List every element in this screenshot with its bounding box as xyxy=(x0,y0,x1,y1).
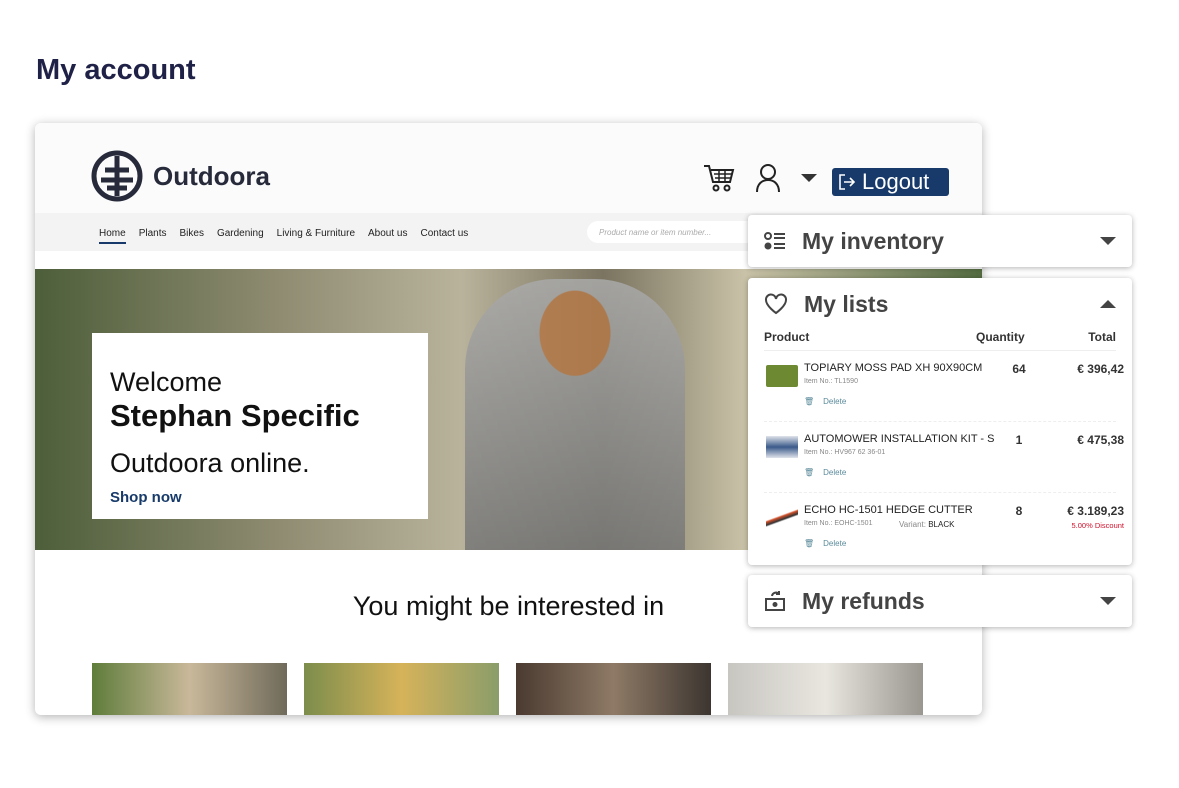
welcome-card: Welcome Stephan Specific Outdoora online… xyxy=(92,333,428,519)
page-title: My account xyxy=(36,54,196,86)
logout-button[interactable]: Logout xyxy=(832,168,949,196)
nav-plants[interactable]: Plants xyxy=(139,228,167,244)
trash-icon: 🗑 xyxy=(804,397,815,406)
total: € 396,42 xyxy=(1077,362,1124,376)
table-header: Product Quantity Total xyxy=(764,330,1116,351)
table-row: ECHO HC-1501 HEDGE CUTTER Item No.: EOHC… xyxy=(764,493,1124,564)
search-input[interactable]: Product name or item number... xyxy=(587,221,757,243)
item-number: Item No.: TL1590 xyxy=(804,378,858,385)
my-lists-panel: My lists Product Quantity Total TOPIARY … xyxy=(748,278,1132,565)
variant: Variant: BLACK xyxy=(899,520,955,529)
shop-now-link[interactable]: Shop now xyxy=(110,489,410,506)
product-name[interactable]: AUTOMOWER INSTALLATION KIT - S xyxy=(804,433,995,445)
user-name: Stephan Specific xyxy=(110,398,360,433)
hero-photo xyxy=(465,279,685,550)
nav-home[interactable]: Home xyxy=(99,228,126,244)
product-thumbnails xyxy=(92,663,923,715)
site-header: Outdoora Logout xyxy=(35,123,982,213)
column-product: Product xyxy=(764,330,810,344)
nav-living-furniture[interactable]: Living & Furniture xyxy=(277,228,355,244)
nav-about-us[interactable]: About us xyxy=(368,228,407,244)
list-icon xyxy=(764,232,785,250)
nav-gardening[interactable]: Gardening xyxy=(217,228,264,244)
tree-logo-icon xyxy=(91,150,143,202)
table-row: AUTOMOWER INSTALLATION KIT - S Item No.:… xyxy=(764,422,1124,493)
product-image xyxy=(766,365,798,387)
trash-icon: 🗑 xyxy=(804,539,815,548)
welcome-text: Welcome xyxy=(110,367,223,397)
quantity: 64 xyxy=(1012,362,1026,376)
chevron-up-icon[interactable] xyxy=(1100,300,1116,308)
trash-icon: 🗑 xyxy=(804,468,815,477)
delete-button[interactable]: 🗑 Delete xyxy=(804,539,846,548)
panel-title: My inventory xyxy=(802,227,944,254)
refund-icon xyxy=(765,591,785,611)
discount-label: 5.00% Discount xyxy=(1071,521,1124,530)
delete-button[interactable]: 🗑 Delete xyxy=(804,397,846,406)
product-thumbnail[interactable] xyxy=(92,663,287,715)
table-row: TOPIARY MOSS PAD XH 90X90CM Item No.: TL… xyxy=(764,351,1124,422)
panel-title: My refunds xyxy=(802,587,925,614)
brand-name: Outdoora xyxy=(153,160,270,191)
nav-bikes[interactable]: Bikes xyxy=(179,228,203,244)
product-image xyxy=(766,507,798,529)
delete-button[interactable]: 🗑 Delete xyxy=(804,468,846,477)
column-quantity: Quantity xyxy=(976,330,1025,344)
product-name[interactable]: ECHO HC-1501 HEDGE CUTTER xyxy=(804,504,973,516)
user-menu-chevron-down-icon[interactable] xyxy=(801,174,817,182)
tagline: Outdoora online. xyxy=(110,448,310,478)
quantity: 1 xyxy=(1015,433,1023,447)
total: € 475,38 xyxy=(1077,433,1124,447)
product-thumbnail[interactable] xyxy=(516,663,711,715)
column-total: Total xyxy=(1088,330,1116,344)
item-number: Item No.: HV967 62 36-01 xyxy=(804,449,886,456)
logo[interactable]: Outdoora xyxy=(91,150,270,202)
total: € 3.189,23 xyxy=(1067,504,1124,518)
heart-icon xyxy=(765,293,787,315)
cart-icon[interactable] xyxy=(703,163,735,193)
product-thumbnail[interactable] xyxy=(304,663,499,715)
product-thumbnail[interactable] xyxy=(728,663,923,715)
chevron-down-icon[interactable] xyxy=(1100,237,1116,245)
user-icon[interactable] xyxy=(755,163,781,193)
quantity: 8 xyxy=(1015,504,1023,518)
logout-icon xyxy=(839,174,856,190)
product-image xyxy=(766,436,798,458)
my-inventory-panel[interactable]: My inventory xyxy=(748,215,1132,267)
item-number: Item No.: EOHC-1501 xyxy=(804,520,873,527)
product-name[interactable]: TOPIARY MOSS PAD XH 90X90CM xyxy=(804,362,982,374)
nav-contact-us[interactable]: Contact us xyxy=(421,228,469,244)
chevron-down-icon[interactable] xyxy=(1100,597,1116,605)
my-refunds-panel[interactable]: My refunds xyxy=(748,575,1132,627)
panel-title: My lists xyxy=(804,290,889,317)
